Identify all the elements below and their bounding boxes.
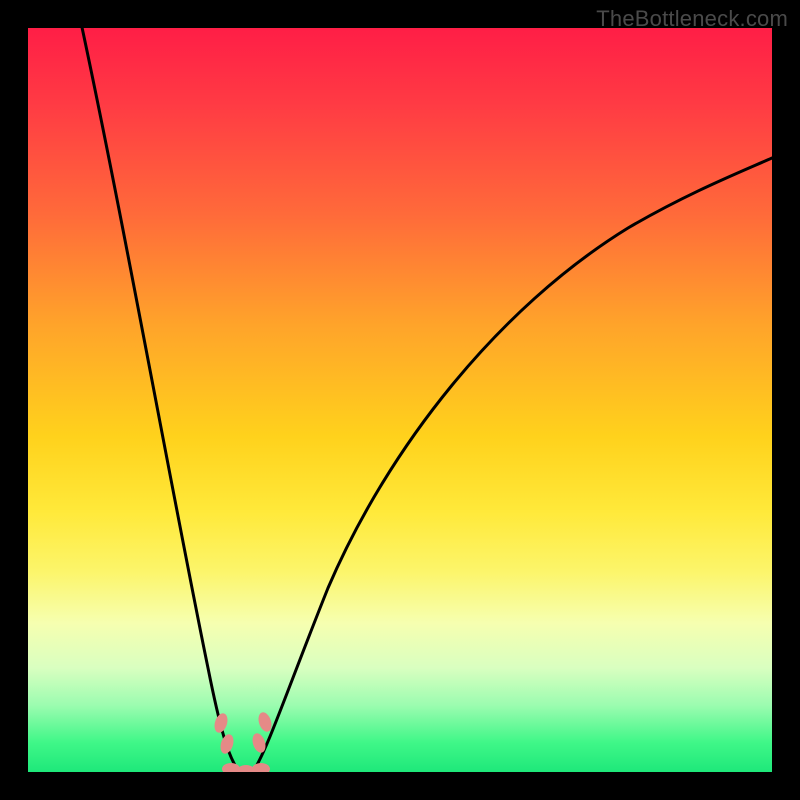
- marker-group: [212, 711, 274, 772]
- curve-right-branch: [254, 158, 772, 770]
- watermark-text: TheBottleneck.com: [596, 6, 788, 32]
- plot-area: [28, 28, 772, 772]
- bottleneck-curve: [28, 28, 772, 772]
- marker-left-lower: [218, 733, 236, 756]
- marker-floor-c: [252, 763, 270, 772]
- curve-left-branch: [80, 28, 238, 770]
- chart-frame: TheBottleneck.com: [0, 0, 800, 800]
- marker-left-upper: [212, 712, 230, 735]
